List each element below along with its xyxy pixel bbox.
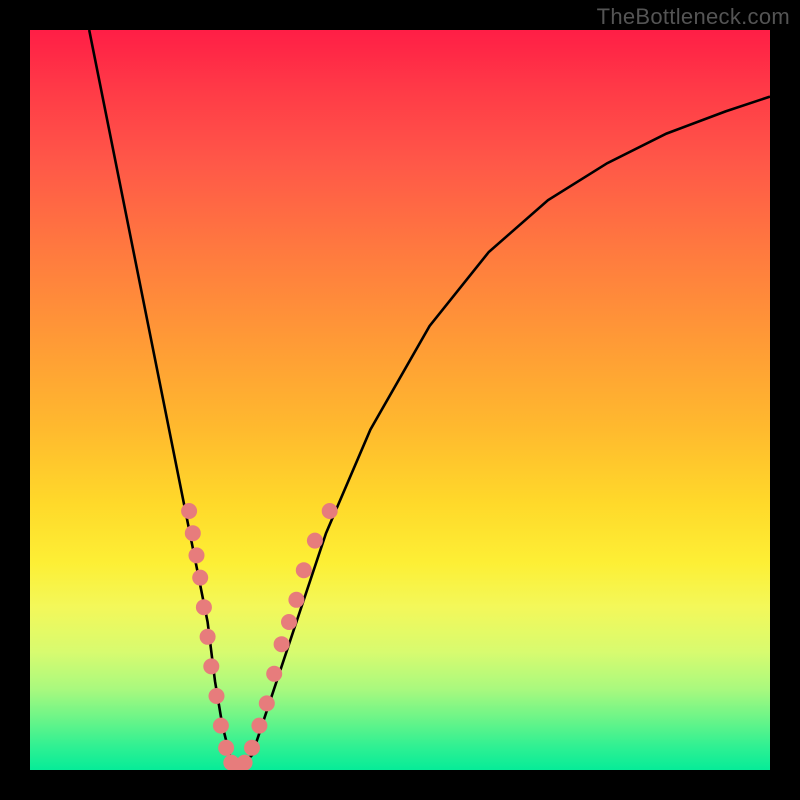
- sample-point: [192, 570, 208, 586]
- sample-point: [281, 614, 297, 630]
- sample-markers: [181, 503, 338, 770]
- sample-point: [203, 658, 219, 674]
- sample-point: [200, 629, 216, 645]
- watermark-text: TheBottleneck.com: [597, 4, 790, 30]
- plot-area: [30, 30, 770, 770]
- sample-point: [322, 503, 338, 519]
- sample-point: [296, 562, 312, 578]
- chart-outer-frame: TheBottleneck.com: [0, 0, 800, 800]
- sample-point: [209, 688, 225, 704]
- sample-point: [181, 503, 197, 519]
- sample-point: [266, 666, 282, 682]
- curve-svg: [30, 30, 770, 770]
- sample-point: [251, 718, 267, 734]
- sample-point: [185, 525, 201, 541]
- sample-point: [196, 599, 212, 615]
- sample-point: [307, 533, 323, 549]
- sample-point: [244, 740, 260, 756]
- sample-point: [274, 636, 290, 652]
- bottleneck-curve: [89, 30, 770, 770]
- sample-point: [218, 740, 234, 756]
- sample-point: [213, 718, 229, 734]
- sample-point: [259, 695, 275, 711]
- sample-point: [237, 755, 253, 770]
- sample-point: [288, 592, 304, 608]
- sample-point: [189, 547, 205, 563]
